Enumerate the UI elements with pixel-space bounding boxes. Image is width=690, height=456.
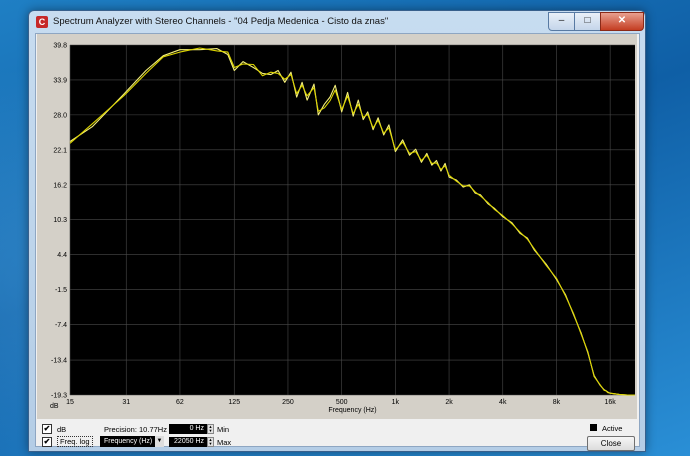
x-tick-label: 15 xyxy=(66,399,74,406)
active-label: Active xyxy=(602,424,623,433)
axis-select[interactable]: Frequency (Hz) ▼ xyxy=(100,436,164,447)
precision-label: Precision: 10.77Hz xyxy=(104,425,167,434)
y-tick-label: -19.3 xyxy=(51,393,67,400)
x-tick-label: 2k xyxy=(445,399,453,406)
y-tick-label: 22.1 xyxy=(53,147,67,154)
x-tick-label: 125 xyxy=(228,399,240,406)
x-tick-label: 4k xyxy=(499,399,507,406)
y-tick-label: -7.4 xyxy=(55,322,67,329)
max-frequency-field[interactable]: 22050 Hz xyxy=(169,437,207,447)
y-tick-label: -13.4 xyxy=(51,358,67,365)
freq-log-label: Freq. log xyxy=(57,436,93,447)
minimize-button[interactable]: – xyxy=(548,12,575,31)
db-checkbox[interactable]: ✔ xyxy=(42,424,52,434)
x-tick-label: 62 xyxy=(176,399,184,406)
spin-down-icon[interactable]: ▼ xyxy=(208,442,213,446)
min-spinner[interactable]: ▲ ▼ xyxy=(207,424,214,434)
active-indicator xyxy=(590,424,597,431)
chevron-down-icon[interactable]: ▼ xyxy=(155,436,164,447)
max-spinner[interactable]: ▲ ▼ xyxy=(207,437,214,447)
x-tick-label: 1k xyxy=(392,399,400,406)
y-tick-label: 39.8 xyxy=(53,43,67,50)
close-button[interactable]: Close xyxy=(587,436,635,451)
y-tick-label: 10.3 xyxy=(53,217,67,224)
y-tick-label: -1.5 xyxy=(55,287,67,294)
y-tick-label: 33.9 xyxy=(53,77,67,84)
y-tick-label: 4.4 xyxy=(57,252,67,259)
min-label: Min xyxy=(217,425,230,434)
x-axis-label: Frequency (Hz) xyxy=(328,407,376,414)
spectrum-plot-panel: 15 31 62 125 250 500 1k 2k 4k 8k 16k 39.8 33.9 28.0 22… xyxy=(37,34,637,419)
db-label: dB xyxy=(57,425,67,434)
spectrum-chart: 15 31 62 125 250 500 1k 2k 4k 8k 16k 39.8 33.9 28.0 22… xyxy=(50,43,635,414)
x-tick-label: 16k xyxy=(605,399,617,406)
title-bar[interactable]: C Spectrum Analyzer with Stereo Channels… xyxy=(29,11,645,33)
control-bar: ✔ dB ✔ Freq. log Precision: 10.77Hz Freq… xyxy=(36,419,639,451)
client-area: 15 31 62 125 250 500 1k 2k 4k 8k 16k 39.8 33.9 28.0 22… xyxy=(35,33,640,451)
axis-select-value: Frequency (Hz) xyxy=(104,438,153,445)
y-tick-label: 28.0 xyxy=(53,112,67,119)
x-tick-label: 8k xyxy=(553,399,561,406)
spectrum-analyzer-window: C Spectrum Analyzer with Stereo Channels… xyxy=(28,10,646,452)
window-close-button[interactable]: ✕ xyxy=(600,12,644,31)
window-title: Spectrum Analyzer with Stereo Channels -… xyxy=(53,16,389,27)
y-tick-label: 16.2 xyxy=(53,182,67,189)
x-tick-label: 500 xyxy=(336,399,348,406)
spin-down-icon[interactable]: ▼ xyxy=(208,429,213,433)
y-axis-label: dB xyxy=(50,403,59,410)
x-tick-label: 31 xyxy=(122,399,130,406)
app-icon: C xyxy=(36,16,48,28)
x-tick-label: 250 xyxy=(282,399,294,406)
maximize-button[interactable]: □ xyxy=(574,12,601,31)
max-label: Max xyxy=(217,438,232,447)
freq-log-checkbox[interactable]: ✔ xyxy=(42,437,52,447)
min-frequency-field[interactable]: 0 Hz xyxy=(169,424,207,434)
